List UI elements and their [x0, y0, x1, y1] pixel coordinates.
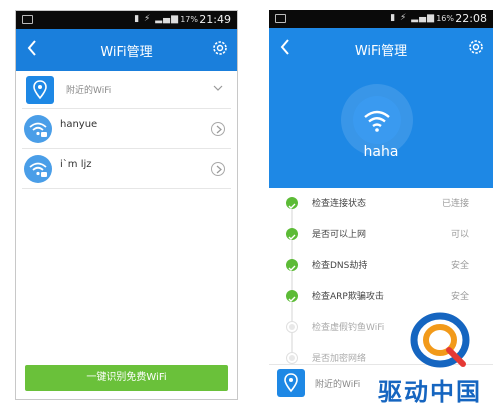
wifi-lock-icon: [24, 115, 52, 143]
location-pin-icon: [26, 76, 54, 104]
battery-level: 17%: [180, 15, 198, 24]
left-phone-screen: ▮ ⚡ ▂▄▆ 17% 21:49 WiFi管理 附近的WiFi hanyue: [15, 10, 238, 400]
wifi-icon: [353, 96, 401, 144]
connection-hero: haha: [269, 70, 493, 188]
check-name: 检查DNS劫持: [312, 261, 368, 271]
check-name: 检查连接状态: [312, 199, 367, 209]
page-title: WiFi管理: [100, 45, 153, 60]
chevron-right-icon[interactable]: [211, 122, 225, 136]
check-name: 检查ARP欺骗攻击: [312, 292, 384, 302]
check-name: 是否加密网络: [312, 354, 367, 364]
check-done-icon: [286, 228, 298, 240]
clock: 22:08: [455, 12, 487, 25]
app-header: WiFi管理: [269, 28, 493, 70]
signal-icons: ▮ ⚡ ▂▄▆: [390, 13, 435, 23]
connected-ssid: haha: [363, 144, 399, 160]
check-pending-icon: [286, 321, 298, 333]
battery-level: 16%: [436, 14, 454, 23]
check-row: 检查ARP欺骗攻击 安全: [269, 281, 493, 312]
check-name: 是否可以上网: [312, 230, 367, 240]
network-ssid: i`m ljz: [60, 159, 92, 170]
status-bar: ▮ ⚡ ▂▄▆ 16% 22:08: [269, 10, 493, 28]
watermark-text: 驱动中国: [378, 378, 482, 405]
check-status: 安全: [450, 261, 469, 271]
check-row: 是否可以上网 可以: [269, 219, 493, 250]
wifi-network-row[interactable]: hanyue: [22, 109, 231, 149]
nearby-wifi-header[interactable]: 附近的WiFi: [22, 71, 231, 109]
chevron-right-icon[interactable]: [211, 162, 225, 176]
network-ssid: hanyue: [60, 119, 98, 130]
page-title: WiFi管理: [354, 44, 408, 59]
check-done-icon: [286, 197, 298, 209]
location-pin-icon: [277, 369, 305, 397]
check-pending-icon: [286, 352, 298, 364]
image-notification-icon: [275, 14, 286, 23]
wifi-lock-icon: [24, 155, 52, 183]
check-status: 已连接: [441, 199, 469, 209]
gear-icon[interactable]: [467, 38, 485, 56]
check-status: 安全: [450, 292, 469, 302]
status-bar: ▮ ⚡ ▂▄▆ 17% 21:49: [16, 11, 237, 29]
app-header: WiFi管理: [16, 29, 237, 71]
check-row: 检查连接状态 已连接: [269, 188, 493, 219]
chevron-down-icon: [213, 85, 223, 91]
wifi-network-row[interactable]: i`m ljz: [22, 149, 231, 189]
signal-icons: ▮ ⚡ ▂▄▆: [134, 14, 179, 24]
check-done-icon: [286, 259, 298, 271]
check-done-icon: [286, 290, 298, 302]
clock: 21:49: [199, 13, 231, 26]
watermark-logo: [410, 312, 470, 368]
check-name: 检查虚假钓鱼WiFi: [312, 323, 385, 333]
nearby-wifi-label: 附近的WiFi: [315, 380, 361, 390]
check-row: 检查DNS劫持 安全: [269, 250, 493, 281]
nearby-wifi-label: 附近的WiFi: [66, 86, 112, 96]
identify-free-wifi-button[interactable]: 一键识别免费WiFi: [25, 365, 228, 391]
notification-icon: [22, 15, 33, 24]
gear-icon[interactable]: [211, 39, 229, 57]
check-status: 可以: [450, 230, 469, 240]
main-content: 附近的WiFi hanyue i`m ljz 一键识别免费WiFi: [16, 71, 237, 399]
